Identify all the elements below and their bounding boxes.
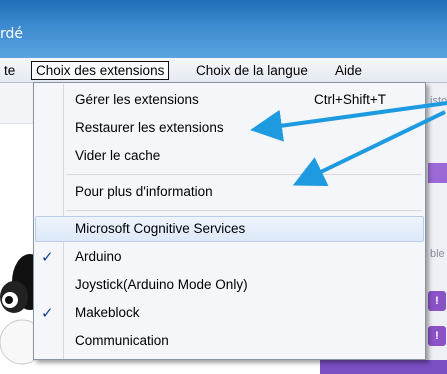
arrow-to-clear-cache-icon [292,110,446,186]
annotation-arrows [250,101,447,186]
